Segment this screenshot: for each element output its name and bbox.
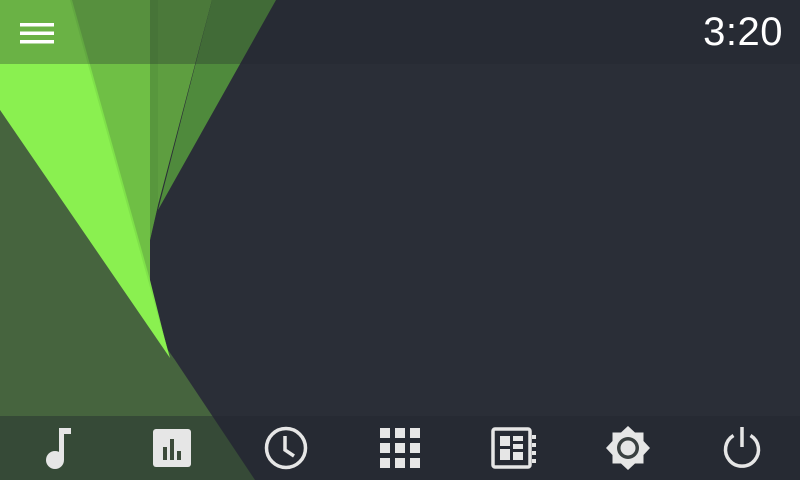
dashboard-icon [491, 427, 537, 469]
hamburger-menu-icon [20, 21, 54, 45]
menu-button[interactable] [14, 14, 60, 52]
dock-dashboard-button[interactable] [484, 420, 544, 476]
app-grid-icon [379, 427, 421, 469]
dock-apps-button[interactable] [370, 420, 430, 476]
wallpaper [0, 0, 800, 480]
dock-bar [0, 416, 800, 480]
brightness-icon [605, 425, 651, 471]
dock-brightness-button[interactable] [598, 420, 658, 476]
bar-chart-icon [152, 428, 192, 468]
top-bar: 3:20 [0, 0, 800, 64]
dock-music-button[interactable] [28, 420, 88, 476]
dock-power-button[interactable] [712, 420, 772, 476]
music-note-icon [38, 426, 78, 470]
clock-icon [263, 425, 309, 471]
status-clock: 3:20 [703, 10, 783, 54]
power-icon [720, 426, 764, 470]
dock-clock-button[interactable] [256, 420, 316, 476]
dock-equalizer-button[interactable] [142, 420, 202, 476]
